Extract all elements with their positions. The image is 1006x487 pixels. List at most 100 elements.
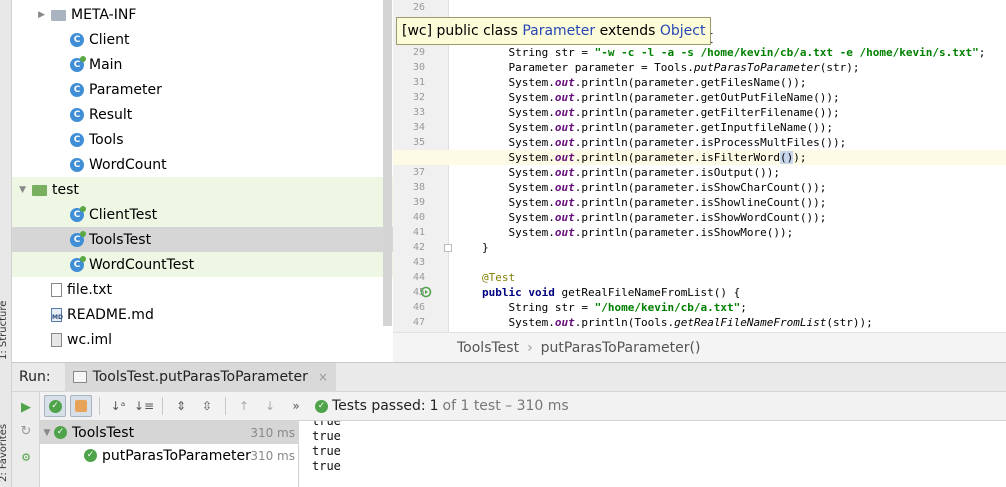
test-folder-icon (32, 185, 47, 196)
class-icon: C (70, 107, 84, 122)
tree-item[interactable]: C Main (12, 52, 393, 77)
tree-item-label: WordCountTest (89, 256, 195, 273)
show-ignored-icon[interactable] (70, 395, 92, 417)
run-side-toolbar: ▶ ↻ ⚙ (12, 392, 40, 487)
structure-tool-tab[interactable]: 1: Structure (0, 301, 9, 360)
console-line: true (312, 429, 341, 443)
code-line[interactable]: Parameter parameter = Tools.putParasToPa… (393, 60, 1006, 75)
test-result-row[interactable]: ✓ putParasToParameter 310 ms (40, 444, 299, 467)
tool-window-strip: 1: Structure 2: Favorites (0, 0, 12, 487)
code-line[interactable]: String str = "/home/kevin/cb/a.txt"; (393, 300, 1006, 315)
code-line[interactable]: System.out.println(parameter.getInputfil… (393, 120, 1006, 135)
test-result-row[interactable]: ▼ ✓ ToolsTest 310 ms (40, 421, 299, 444)
code-line[interactable]: String str = "-w -c -l -a -s /home/kevin… (393, 45, 1006, 60)
test-status: ✓ Tests passed: 1 of 1 test – 310 ms (315, 398, 569, 414)
run-label: Run: (19, 369, 51, 385)
tree-item-label: WordCount (89, 156, 167, 173)
tree-item[interactable]: C ClientTest (12, 202, 393, 227)
expand-arrow-icon[interactable]: ▼ (40, 428, 54, 438)
code-line[interactable]: @Test (393, 270, 1006, 285)
test-class-icon: C (70, 255, 86, 272)
test-name: putParasToParameter (102, 447, 251, 464)
tree-item[interactable]: file.txt (12, 277, 393, 302)
project-tree: ▶ META-INF C Client C Main C Parameter C Result C T… (12, 0, 393, 362)
code-line[interactable]: System.out.println(parameter.isShowMore(… (393, 225, 1006, 240)
run-config-tab[interactable]: ToolsTest.putParasToParameter × (64, 362, 336, 392)
tree-item-label: file.txt (67, 281, 113, 298)
runnable-class-icon: C (70, 55, 86, 72)
passed-check-icon: ✓ (315, 399, 328, 413)
code-line-text: @Test (482, 271, 516, 284)
tooltip-class-link[interactable]: Parameter (522, 23, 595, 39)
code-line-text: System.out.println(parameter.getFilesNam… (482, 76, 807, 89)
code-line[interactable]: System.out.println(parameter.isProcessMu… (393, 135, 1006, 150)
code-line[interactable]: System.out.println(parameter.getOutPutFi… (393, 90, 1006, 105)
code-line-text: System.out.println(parameter.getOutPutFi… (482, 91, 840, 104)
sort-alphabetically-icon[interactable]: ↓ᵃ (107, 395, 129, 417)
collapse-all-icon[interactable]: ⇳ (196, 395, 218, 417)
test-passed-icon: ✓ (84, 449, 97, 462)
tree-item[interactable]: wc.iml (12, 327, 393, 352)
code-line-text: } (482, 241, 489, 254)
breadcrumb: ToolsTest › putParasToParameter() (393, 332, 1006, 362)
status-passed-count: 1 (429, 398, 439, 414)
code-line[interactable]: System.out.println(parameter.isFilterWor… (393, 150, 1006, 165)
class-icon: C (70, 157, 84, 172)
toggle-auto-test-icon[interactable]: ⚙ (15, 446, 37, 468)
tree-item-label: README.md (67, 306, 154, 323)
code-line[interactable]: System.out.println(parameter.isShowCharC… (393, 180, 1006, 195)
code-line[interactable]: System.out.println(parameter.isShowlineC… (393, 195, 1006, 210)
favorites-tool-tab[interactable]: 2: Favorites (0, 424, 9, 482)
tree-item[interactable]: C WordCount (12, 152, 393, 177)
tree-item[interactable]: C ToolsTest (12, 227, 393, 252)
code-line[interactable]: System.out.println(parameter.isOutput())… (393, 165, 1006, 180)
status-prefix: Tests passed: (332, 398, 426, 414)
tree-item[interactable]: C Client (12, 27, 393, 52)
code-line[interactable]: public void getRealFileNameFromList() { (393, 285, 1006, 300)
sort-by-duration-icon[interactable]: ↓≡ (133, 395, 155, 417)
rerun-icon[interactable]: ▶ (15, 396, 37, 418)
class-icon: C (70, 132, 84, 147)
tree-item[interactable]: C Result (12, 102, 393, 127)
toolbar-separator (99, 397, 100, 415)
code-line-text: System.out.println(parameter.getInputfil… (482, 121, 834, 134)
expand-all-icon[interactable]: ⇕ (170, 395, 192, 417)
test-duration: 310 ms (250, 425, 295, 440)
class-icon: C (70, 82, 84, 97)
code-editor[interactable]: 2627282930313233343536373839404142434445… (393, 0, 1006, 332)
tree-item-label: META-INF (71, 6, 137, 23)
rerun-failed-icon[interactable]: ↻ (15, 420, 37, 442)
code-line[interactable]: } (393, 240, 1006, 255)
tree-item[interactable]: MD README.md (12, 302, 393, 327)
code-line[interactable]: System.out.println(parameter.isShowWordC… (393, 210, 1006, 225)
code-line[interactable] (393, 0, 1006, 15)
tree-item[interactable]: ▼ test (12, 177, 393, 202)
project-tree-scrollbar[interactable] (383, 0, 392, 326)
tooltip-super-link[interactable]: Object (660, 23, 706, 39)
code-line[interactable]: System.out.println(parameter.getFilterFi… (393, 105, 1006, 120)
tree-item[interactable]: ▶ META-INF (12, 2, 393, 27)
previous-occurrence-icon[interactable]: ↑ (233, 395, 255, 417)
show-passed-icon[interactable]: ✓ (44, 395, 66, 417)
expand-arrow-icon[interactable]: ▶ (12, 10, 51, 20)
tree-item[interactable]: C Parameter (12, 77, 393, 102)
test-config-icon (72, 371, 87, 383)
code-line-text: System.out.println(parameter.isShowWordC… (482, 211, 827, 224)
breadcrumb-class[interactable]: ToolsTest (457, 340, 519, 356)
code-line[interactable]: System.out.println(parameter.getFilesNam… (393, 75, 1006, 90)
more-options-icon[interactable]: » (285, 395, 307, 417)
class-info-tooltip: [wc] public class Parameter extends Obje… (396, 17, 712, 45)
code-line[interactable]: System.out.println(Tools.getRealFileName… (393, 315, 1006, 330)
tree-item-label: Tools (89, 131, 124, 148)
tree-item[interactable]: C Tools (12, 127, 393, 152)
next-occurrence-icon[interactable]: ↓ (259, 395, 281, 417)
console-output[interactable]: true true true true (300, 421, 1006, 487)
close-icon[interactable]: × (318, 370, 328, 384)
toolbar-separator (162, 397, 163, 415)
console-line: true (312, 421, 341, 428)
tree-item[interactable]: C WordCountTest (12, 252, 393, 277)
tree-item-label: ClientTest (89, 206, 158, 223)
expand-arrow-icon[interactable]: ▼ (12, 185, 32, 195)
breadcrumb-method[interactable]: putParasToParameter() (541, 340, 701, 356)
code-line[interactable] (393, 255, 1006, 270)
